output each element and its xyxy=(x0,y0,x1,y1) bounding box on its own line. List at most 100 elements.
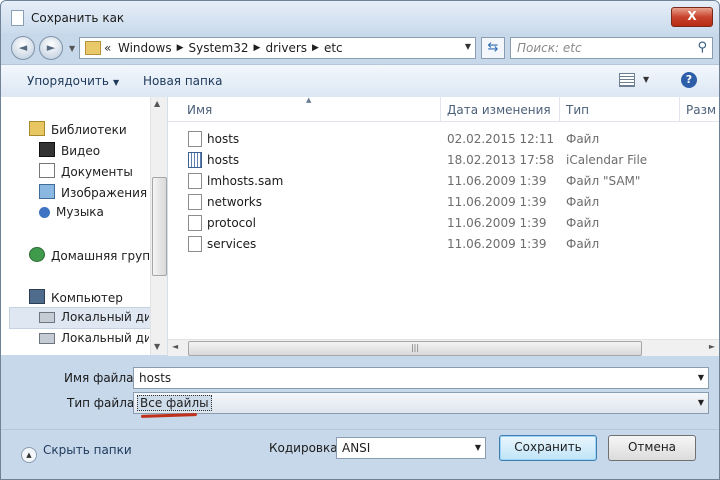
sidebar-item-images[interactable]: Изображения xyxy=(39,184,147,200)
music-icon xyxy=(39,207,50,218)
drive-icon xyxy=(39,312,55,323)
cancel-button[interactable]: Отмена xyxy=(608,435,696,461)
file-type: Файл xyxy=(566,216,600,230)
file-icon xyxy=(188,194,202,210)
file-type: Файл xyxy=(566,132,600,146)
chevron-down-icon: ▼ xyxy=(112,78,120,87)
filename-label: Имя файла: xyxy=(64,371,138,385)
forward-button[interactable]: ► xyxy=(39,36,63,60)
file-row[interactable]: lmhosts.sam 11.06.2009 1:39 Файл "SAM" xyxy=(168,170,719,191)
breadcrumb-item-windows[interactable]: Windows xyxy=(118,41,172,55)
sidebar-label: Документы xyxy=(61,165,133,179)
file-name: hosts xyxy=(207,132,240,146)
breadcrumb-separator-icon[interactable]: ▶ xyxy=(254,41,261,55)
collapse-up-icon: ▲ xyxy=(21,447,37,463)
address-dropdown-icon[interactable]: ▼ xyxy=(465,42,471,51)
file-date: 11.06.2009 1:39 xyxy=(447,195,547,209)
save-as-dialog: Сохранить как X ◄ ► ▼ « Windows ▶ System3… xyxy=(0,0,720,480)
file-list: ▲ Имя Дата изменения Тип Разм hosts 02.0… xyxy=(168,96,719,355)
file-name: hosts xyxy=(207,153,240,167)
history-dropdown-icon[interactable]: ▼ xyxy=(69,44,75,53)
notepad-icon xyxy=(11,10,24,26)
chevron-down-icon[interactable]: ▼ xyxy=(698,373,704,382)
highlight-underline xyxy=(140,413,198,418)
breadcrumb: Windows ▶ System32 ▶ drivers ▶ etc xyxy=(118,41,343,55)
organize-label: Упорядочить xyxy=(27,74,109,88)
chevron-down-icon[interactable]: ▼ xyxy=(698,398,704,407)
sidebar-item-local-disk-2[interactable]: Локальный диск xyxy=(39,331,149,345)
file-list-scrollbar[interactable]: ◄ ||| ► xyxy=(168,339,719,356)
file-type: iCalendar File xyxy=(566,153,648,167)
breadcrumb-item-system32[interactable]: System32 xyxy=(189,41,249,55)
column-header-type[interactable]: Тип xyxy=(566,103,589,117)
file-row[interactable]: hosts 02.02.2015 12:11 Файл xyxy=(168,128,719,149)
help-icon[interactable]: ? xyxy=(681,72,697,88)
encoding-select[interactable]: ANSI ▼ xyxy=(336,437,486,459)
file-row[interactable]: hosts 18.02.2013 17:58 iCalendar File xyxy=(168,149,719,170)
new-folder-button[interactable]: Новая папка xyxy=(143,74,222,88)
column-divider[interactable] xyxy=(440,97,441,121)
scrollbar-thumb[interactable]: ||| xyxy=(188,341,642,356)
filetype-label: Тип файла: xyxy=(67,396,139,410)
scrollbar-thumb[interactable] xyxy=(152,177,167,276)
view-dropdown-icon[interactable]: ▼ xyxy=(643,75,649,84)
sidebar-scrollbar[interactable]: ▲ ▼ xyxy=(150,97,167,355)
breadcrumb-item-etc[interactable]: etc xyxy=(324,41,343,55)
libraries-icon xyxy=(29,121,45,136)
scroll-up-icon[interactable]: ▲ xyxy=(154,99,160,108)
navigation-bar: ◄ ► ▼ « Windows ▶ System32 ▶ drivers ▶ etc … xyxy=(1,33,719,63)
sidebar-item-video[interactable]: Видео xyxy=(39,142,100,158)
column-header-date[interactable]: Дата изменения xyxy=(447,103,551,117)
file-name: protocol xyxy=(207,216,256,230)
file-row[interactable]: services 11.06.2009 1:39 Файл xyxy=(168,233,719,254)
file-icon xyxy=(188,236,202,252)
file-name: networks xyxy=(207,195,262,209)
window-title: Сохранить как xyxy=(31,11,125,25)
scroll-left-icon[interactable]: ◄ xyxy=(172,342,178,351)
column-header-name[interactable]: Имя xyxy=(187,103,212,117)
homegroup-icon xyxy=(29,247,45,262)
file-row[interactable]: networks 11.06.2009 1:39 Файл xyxy=(168,191,719,212)
organize-button[interactable]: Упорядочить ▼ xyxy=(27,74,119,88)
column-header-size[interactable]: Разм xyxy=(686,103,716,117)
file-type: Файл "SAM" xyxy=(566,174,641,188)
column-divider[interactable] xyxy=(679,97,680,121)
sidebar-label: Библиотеки xyxy=(51,123,127,137)
command-toolbar: Упорядочить ▼ Новая папка ▼ ? xyxy=(1,64,719,98)
search-input[interactable]: Поиск: etc ⚲ xyxy=(510,37,713,59)
scroll-right-icon[interactable]: ► xyxy=(709,342,715,351)
view-details-icon[interactable] xyxy=(619,73,635,87)
chevron-down-icon[interactable]: ▼ xyxy=(475,443,481,452)
file-name: services xyxy=(207,237,257,251)
sort-ascending-icon: ▲ xyxy=(306,96,312,104)
computer-icon xyxy=(29,289,45,304)
filetype-select[interactable]: Все файлы ▼ xyxy=(133,392,709,414)
sidebar-item-computer[interactable]: Компьютер xyxy=(29,289,123,305)
scroll-down-icon[interactable]: ▼ xyxy=(154,342,160,351)
folder-icon xyxy=(85,41,101,55)
video-icon xyxy=(39,142,55,157)
hide-folders-button[interactable]: ▲ Скрыть папки xyxy=(21,443,132,463)
breadcrumb-item-drivers[interactable]: drivers xyxy=(265,41,307,55)
refresh-button[interactable]: ⇆ xyxy=(481,37,505,59)
filename-field[interactable]: hosts ▼ xyxy=(133,367,709,389)
column-header-row: ▲ Имя Дата изменения Тип Разм xyxy=(168,96,719,122)
sidebar-item-music[interactable]: Музыка xyxy=(39,205,104,219)
address-overflow-chevron[interactable]: « xyxy=(104,41,111,55)
address-bar[interactable]: « Windows ▶ System32 ▶ drivers ▶ etc ▼ xyxy=(79,37,476,59)
save-button[interactable]: Сохранить xyxy=(499,435,597,461)
sidebar-item-homegroup[interactable]: Домашняя группа xyxy=(29,247,151,263)
close-button[interactable]: X xyxy=(671,7,713,27)
sidebar-item-local-disk-1[interactable]: Локальный диск xyxy=(39,310,149,324)
file-row[interactable]: protocol 11.06.2009 1:39 Файл xyxy=(168,212,719,233)
file-date: 11.06.2009 1:39 xyxy=(447,216,547,230)
sidebar-item-documents[interactable]: Документы xyxy=(39,163,133,179)
column-divider[interactable] xyxy=(559,97,560,121)
sidebar-item-libraries[interactable]: Библиотеки xyxy=(29,121,127,137)
file-date: 18.02.2013 17:58 xyxy=(447,153,555,167)
breadcrumb-separator-icon[interactable]: ▶ xyxy=(312,41,319,55)
back-button[interactable]: ◄ xyxy=(11,36,35,60)
search-icon[interactable]: ⚲ xyxy=(697,40,707,55)
breadcrumb-separator-icon[interactable]: ▶ xyxy=(177,41,184,55)
filetype-value: Все файлы xyxy=(137,395,212,411)
